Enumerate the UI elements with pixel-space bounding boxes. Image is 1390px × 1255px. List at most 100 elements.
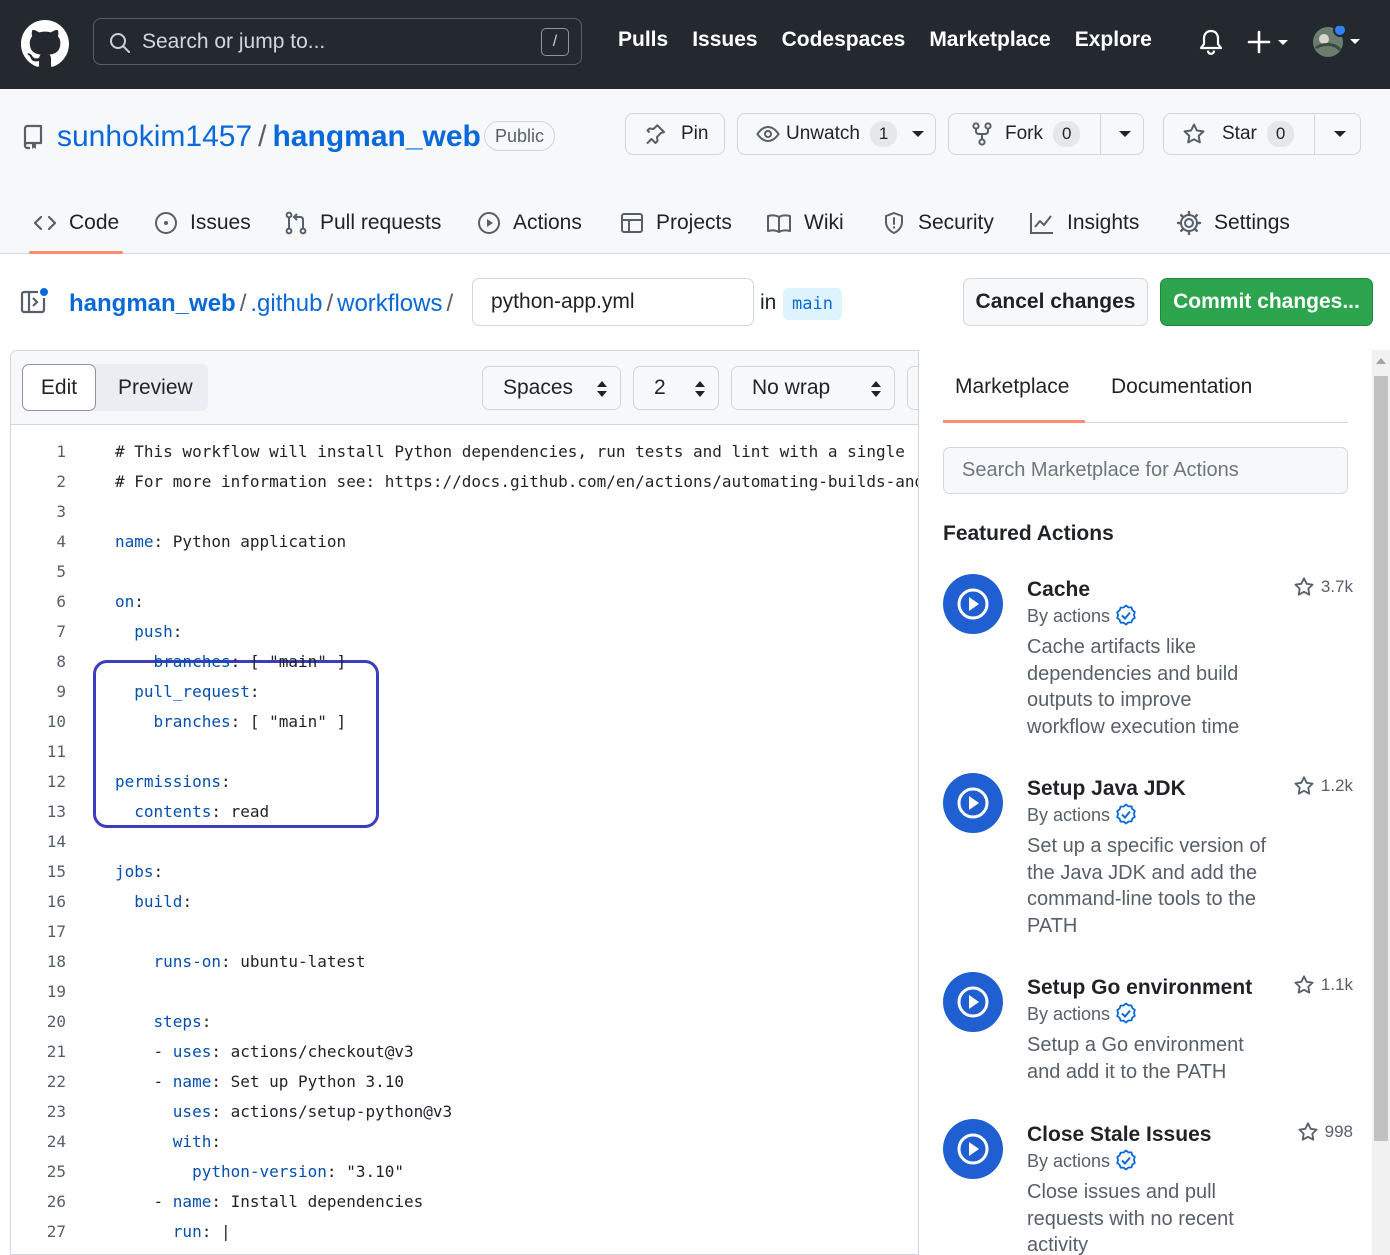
repo-header: sunhokim1457/hangman_web Public Pin Unwa… [0, 89, 1390, 254]
sidebar-tabs: Marketplace Documentation [943, 350, 1348, 423]
toolbar-overflow-control[interactable] [907, 366, 918, 410]
filename-input[interactable]: python-app.yml [472, 278, 754, 326]
action-play-icon [943, 773, 1003, 833]
search-shortcut-key: / [541, 28, 569, 56]
commit-changes-button[interactable]: Commit changes... [1160, 278, 1373, 326]
crumb-workflows-dir-link[interactable]: workflows [337, 290, 442, 317]
crumb-github-dir-link[interactable]: .github [250, 290, 322, 317]
line-number: 6 [56, 592, 66, 611]
code-line: 4 name: Python application [11, 527, 918, 557]
repo-name-link[interactable]: hangman_web [272, 120, 480, 153]
line-content: push: [134, 622, 183, 641]
tab-actions[interactable]: Actions [477, 192, 582, 254]
nav-marketplace[interactable]: Marketplace [929, 28, 1050, 52]
watch-count: 1 [869, 121, 898, 147]
action-star-count: 998 [1324, 1122, 1353, 1141]
watch-button[interactable]: Unwatch 1 [737, 113, 936, 155]
tab-security[interactable]: Security [882, 192, 994, 254]
wrap-mode-select[interactable]: No wrap [731, 366, 895, 410]
action-description: Cache artifacts like dependencies and bu… [1027, 636, 1240, 738]
tab-security-label: Security [918, 211, 994, 234]
line-number: 2 [56, 472, 66, 491]
pull-request-icon [285, 211, 307, 235]
action-stars: 998 [1297, 1121, 1353, 1143]
code-line: 2 # For more information see: https://doc… [11, 467, 918, 497]
verified-badge-icon [1116, 1002, 1136, 1024]
scroll-up-arrow[interactable] [1376, 358, 1386, 364]
cancel-changes-button[interactable]: Cancel changes [963, 278, 1148, 326]
scroll-thumb[interactable] [1374, 376, 1388, 1141]
user-avatar[interactable] [1312, 26, 1364, 58]
page-scrollbar[interactable] [1372, 350, 1390, 1255]
file-tree-toggle-icon[interactable] [20, 286, 50, 316]
preview-tab[interactable]: Preview [118, 364, 193, 411]
tab-settings[interactable]: Settings [1176, 192, 1290, 254]
code-line: 5 [11, 557, 918, 587]
bell-icon[interactable] [1198, 28, 1224, 56]
line-content: run: | [172, 1222, 231, 1241]
action-name[interactable]: Setup Go environment [1027, 976, 1252, 1000]
code-line: 14 [11, 827, 918, 857]
marketplace-search-input[interactable]: Search Marketplace for Actions [943, 447, 1348, 494]
featured-action-item[interactable]: Setup Go environment By actions Setup a Go… [943, 972, 1353, 1112]
action-star-count: 1.2k [1320, 776, 1353, 795]
nav-pulls[interactable]: Pulls [618, 28, 668, 52]
featured-action-item[interactable]: Setup Java JDK By actions Set up a specifi… [943, 773, 1353, 937]
tab-projects[interactable]: Projects [620, 192, 732, 254]
edit-tab[interactable]: Edit [22, 364, 96, 411]
featured-actions-heading: Featured Actions [943, 522, 1114, 545]
global-search-input[interactable]: Search or jump to... / [93, 18, 582, 65]
line-number: 24 [46, 1132, 66, 1151]
line-content: # This workflow will install Python depe… [115, 442, 905, 461]
nav-explore[interactable]: Explore [1075, 28, 1152, 52]
pin-button[interactable]: Pin [625, 113, 725, 155]
tab-code[interactable]: Code [29, 192, 124, 254]
star-button[interactable]: Star 0 [1163, 113, 1361, 155]
code-line: 6 on: [11, 587, 918, 617]
sidebar-active-tab-underline [943, 420, 1085, 423]
tab-projects-label: Projects [656, 211, 732, 234]
indent-size-select[interactable]: 2 [633, 366, 719, 410]
action-author-label: By actions [1027, 1150, 1111, 1171]
action-name[interactable]: Setup Java JDK [1027, 777, 1186, 801]
action-author: By actions [1027, 1002, 1138, 1026]
github-logo-icon[interactable] [21, 20, 69, 68]
line-number: 22 [46, 1072, 66, 1091]
table-icon [621, 213, 643, 233]
action-description: Close issues and pull requests with no r… [1027, 1181, 1234, 1255]
line-number: 3 [56, 502, 66, 521]
action-name[interactable]: Cache [1027, 578, 1090, 602]
featured-action-item[interactable]: Cache By actions Cache artifacts like depe… [943, 574, 1353, 738]
tab-issues[interactable]: Issues [154, 192, 251, 254]
code-line: 27 run: | [11, 1217, 918, 1247]
code-area[interactable]: 1 # This workflow will install Python dep… [11, 425, 918, 1254]
tab-marketplace[interactable]: Marketplace [955, 375, 1069, 399]
code-line: 12 permissions: [11, 767, 918, 797]
nav-codespaces[interactable]: Codespaces [782, 28, 906, 52]
search-icon [110, 33, 130, 53]
action-star-count: 1.1k [1320, 975, 1353, 994]
action-author: By actions [1027, 803, 1138, 827]
chevron-down-icon [912, 131, 925, 137]
chevron-down-icon[interactable] [1118, 129, 1132, 139]
plus-dropdown-icon[interactable] [1247, 28, 1295, 56]
tab-pull-requests[interactable]: Pull requests [284, 192, 441, 254]
tab-documentation[interactable]: Documentation [1111, 375, 1252, 399]
line-content: - name: Install dependencies [115, 1192, 424, 1211]
chevron-down-icon[interactable] [1333, 129, 1347, 139]
line-content: python-version: "3.10" [192, 1162, 404, 1181]
fork-button[interactable]: Fork 0 [948, 113, 1144, 155]
featured-action-item[interactable]: Close Stale Issues By actions Close issues… [943, 1119, 1353, 1255]
action-author-label: By actions [1027, 605, 1111, 626]
repo-owner-link[interactable]: sunhokim1457 [57, 120, 252, 153]
indent-mode-select[interactable]: Spaces [482, 366, 621, 410]
verified-badge-icon [1116, 604, 1136, 626]
crumb-repo-link[interactable]: hangman_web [69, 290, 236, 317]
line-content: branches: [ "main" ] [153, 652, 347, 671]
nav-issues[interactable]: Issues [692, 28, 757, 52]
tab-insights[interactable]: Insights [1029, 192, 1139, 254]
action-stars: 1.2k [1293, 775, 1353, 797]
tab-wiki[interactable]: Wiki [766, 192, 844, 254]
line-number: 23 [46, 1102, 66, 1121]
action-name[interactable]: Close Stale Issues [1027, 1123, 1211, 1147]
